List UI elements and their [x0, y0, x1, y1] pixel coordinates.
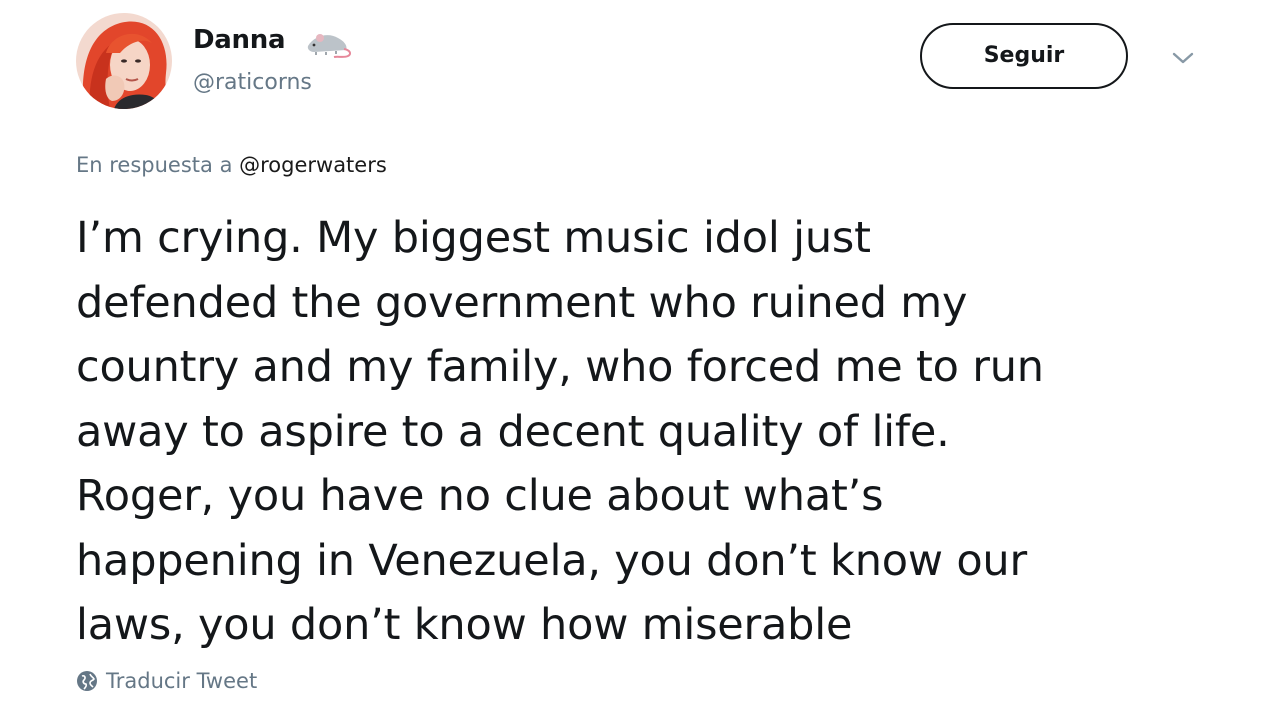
display-name[interactable]: Danna — [193, 22, 286, 58]
reply-prefix: En respuesta a — [76, 153, 240, 177]
follow-button[interactable]: Seguir — [920, 23, 1128, 89]
globe-icon — [77, 671, 97, 691]
reply-mention-link[interactable]: @rogerwaters — [239, 153, 387, 177]
translate-tweet-link[interactable]: Traducir Tweet — [76, 666, 257, 696]
username[interactable]: @raticorns — [193, 68, 312, 98]
tweet-text: I’m crying. My biggest music idol just d… — [76, 213, 1044, 650]
chevron-down-icon[interactable] — [1170, 49, 1196, 67]
avatar-image — [76, 13, 172, 109]
rat-emoji-icon — [307, 34, 352, 58]
translate-label[interactable]: Traducir Tweet — [106, 666, 257, 696]
avatar[interactable] — [76, 13, 172, 109]
reply-context: En respuesta a @rogerwaters — [76, 150, 387, 180]
